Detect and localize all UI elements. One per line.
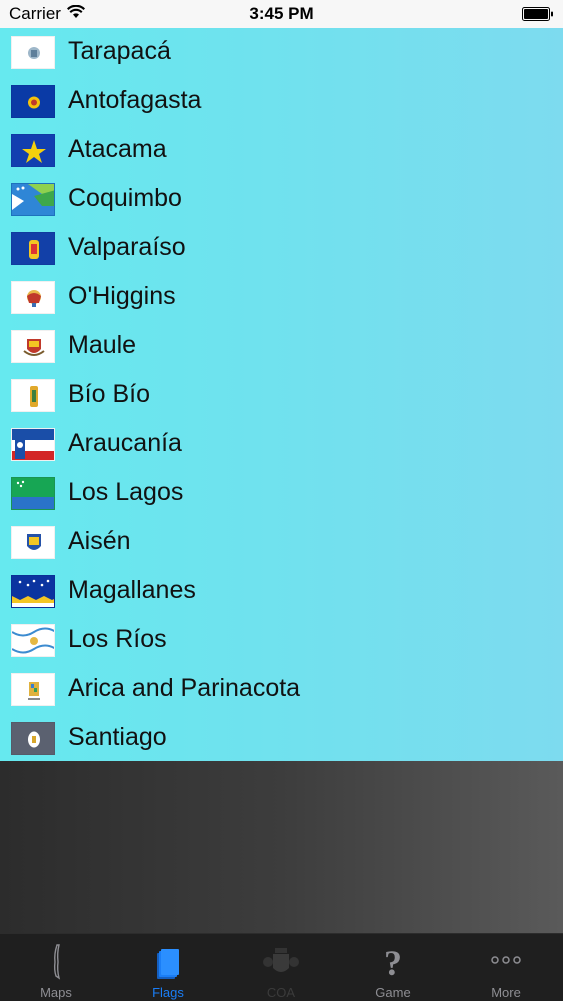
battery-icon <box>522 6 554 21</box>
list-item-maule[interactable]: Maule <box>0 322 563 371</box>
araucania-flag-icon <box>11 428 55 461</box>
list-item-ohiggins[interactable]: O'Higgins <box>0 273 563 322</box>
tarapaca-flag-icon <box>11 36 55 69</box>
maule-flag-icon <box>11 330 55 363</box>
region-label: Los Lagos <box>68 478 184 506</box>
region-label: Coquimbo <box>68 184 182 212</box>
region-label: Arica and Parinacota <box>68 674 301 702</box>
tab-bar: Maps Flags COA ? Game More <box>0 933 563 1001</box>
tab-more[interactable]: More <box>450 934 562 1001</box>
region-label: Tarapacá <box>68 37 171 65</box>
list-item-losrios[interactable]: Los Ríos <box>0 616 563 665</box>
list-item-tarapaca[interactable]: Tarapacá <box>0 28 563 77</box>
antofagasta-flag-icon <box>11 85 55 118</box>
list-item-aisen[interactable]: Aisén <box>0 518 563 567</box>
coat-of-arms-icon <box>261 942 301 982</box>
svg-text:?: ? <box>384 943 402 982</box>
region-label: Atacama <box>68 135 167 163</box>
tab-label: Maps <box>40 985 72 1000</box>
list-item-araucania[interactable]: Araucanía <box>0 420 563 469</box>
region-label: Aisén <box>68 527 131 555</box>
clock: 3:45 PM <box>249 4 314 23</box>
region-label: O'Higgins <box>68 282 176 310</box>
tab-label: COA <box>266 985 296 1000</box>
list-item-antofagasta[interactable]: Antofagasta <box>0 77 563 126</box>
tab-label: More <box>491 985 521 1000</box>
tab-flags[interactable]: Flags <box>112 934 224 1001</box>
list-item-coquimbo[interactable]: Coquimbo <box>0 175 563 224</box>
biobio-flag-icon <box>11 379 55 412</box>
list-item-atacama[interactable]: Atacama <box>0 126 563 175</box>
region-label: Bío Bío <box>68 380 150 408</box>
santiago-flag-icon <box>11 722 55 755</box>
map-outline-icon <box>36 942 76 982</box>
tab-game[interactable]: ? Game <box>337 934 449 1001</box>
region-flag-list: Tarapacá Antofagasta Atacama Coquimbo Va… <box>0 28 563 761</box>
tab-coa[interactable]: COA <box>225 934 337 1001</box>
list-item-magallanes[interactable]: Magallanes <box>0 567 563 616</box>
list-item-santiago[interactable]: Santiago <box>0 714 563 763</box>
region-label: Magallanes <box>68 576 196 604</box>
flags-icon <box>148 942 188 982</box>
list-item-biobio[interactable]: Bío Bío <box>0 371 563 420</box>
region-label: Maule <box>68 331 137 359</box>
magallanes-flag-icon <box>11 575 55 608</box>
list-background <box>0 761 563 933</box>
region-label: Santiago <box>68 723 167 751</box>
question-mark-icon: ? <box>373 942 413 983</box>
more-dots-icon <box>486 942 526 982</box>
tab-maps[interactable]: Maps <box>0 934 112 1001</box>
list-item-loslagos[interactable]: Los Lagos <box>0 469 563 518</box>
region-label: Valparaíso <box>68 233 186 261</box>
coquimbo-flag-icon <box>11 183 55 216</box>
list-item-valparaiso[interactable]: Valparaíso <box>0 224 563 273</box>
region-label: Araucanía <box>68 429 182 457</box>
atacama-flag-icon <box>11 134 55 167</box>
losrios-flag-icon <box>11 624 55 657</box>
tab-label: Flags <box>152 985 184 1000</box>
status-bar: Carrier 3:45 PM <box>0 0 563 28</box>
arica-flag-icon <box>11 673 55 706</box>
aisen-flag-icon <box>11 526 55 559</box>
tab-label: Game <box>375 985 411 1000</box>
valparaiso-flag-icon <box>11 232 55 265</box>
list-item-arica[interactable]: Arica and Parinacota <box>0 665 563 714</box>
loslagos-flag-icon <box>11 477 55 510</box>
region-label: Los Ríos <box>68 625 167 653</box>
ohiggins-flag-icon <box>11 281 55 314</box>
region-label: Antofagasta <box>68 86 202 114</box>
